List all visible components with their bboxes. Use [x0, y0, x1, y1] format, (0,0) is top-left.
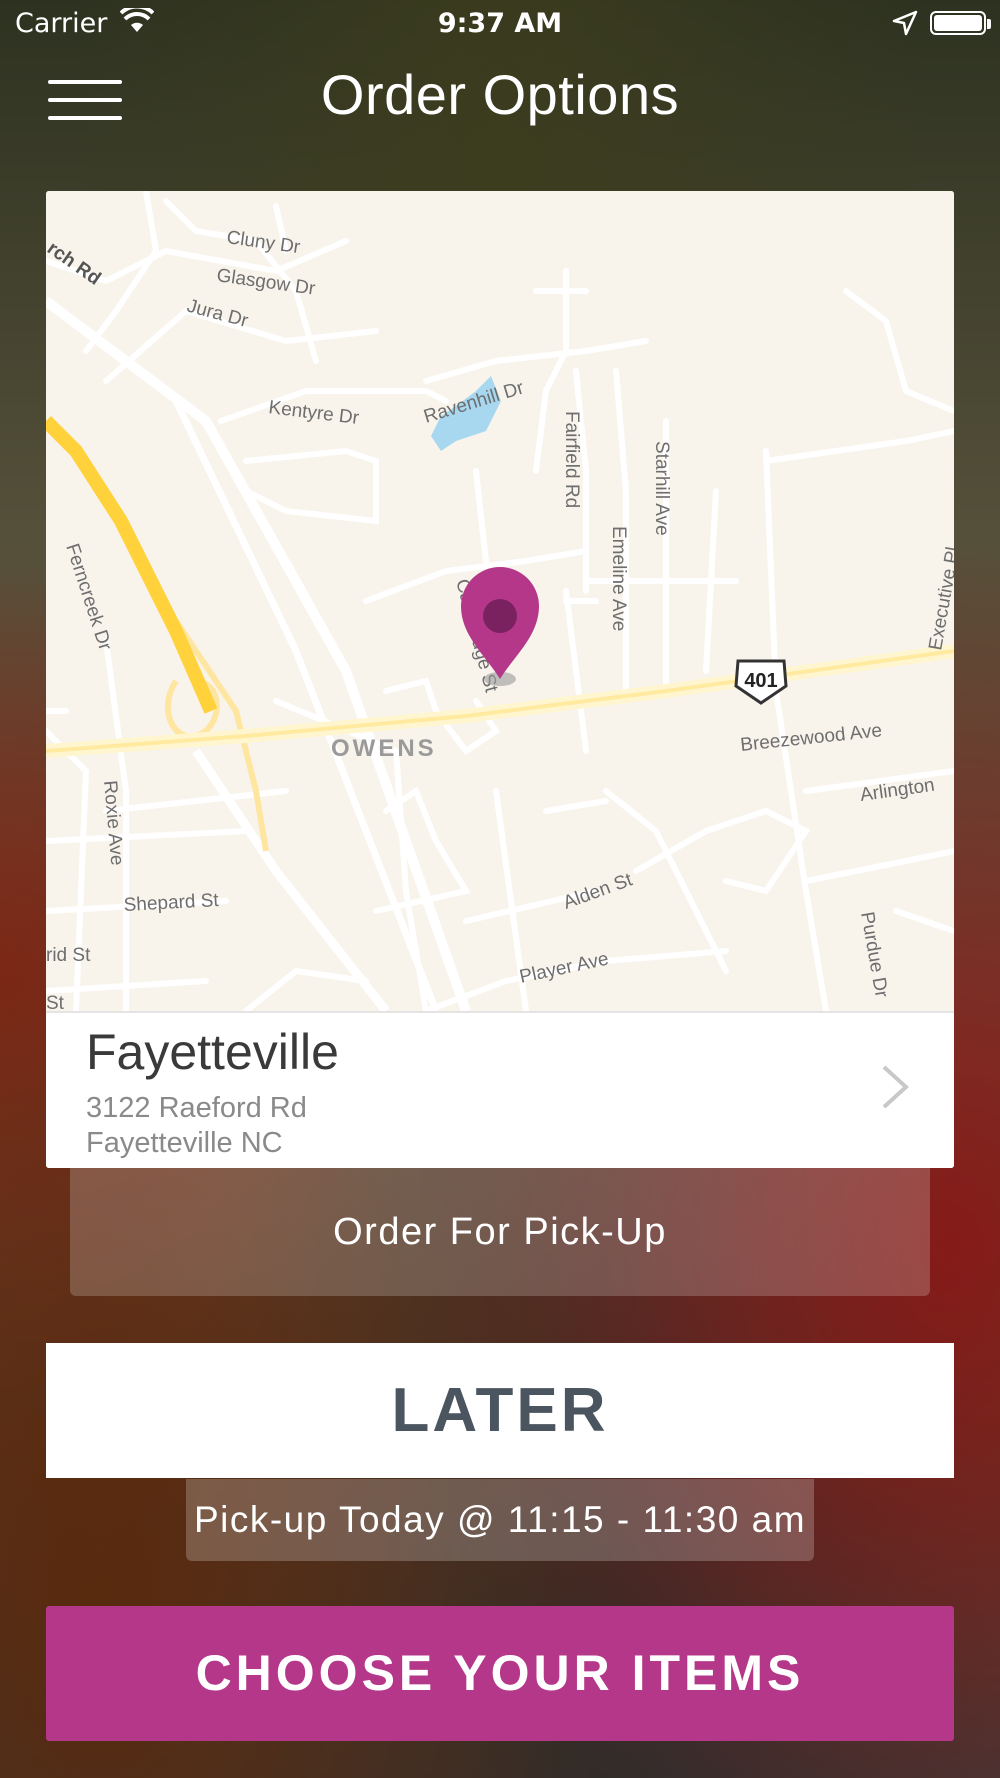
order-type-button[interactable]: Order For Pick-Up: [70, 1168, 930, 1296]
chevron-right-icon: [882, 1065, 909, 1109]
map-label: Emeline Ave: [608, 526, 629, 631]
map-label: rid St: [46, 945, 91, 966]
location-arrow-icon: [892, 10, 918, 36]
map-label: Starhill Ave: [651, 441, 672, 536]
location-name: Fayetteville: [86, 1024, 339, 1080]
pickup-time-label[interactable]: Pick-up Today @ 11:15 - 11:30 am: [186, 1479, 814, 1561]
choose-items-button[interactable]: CHOOSE YOUR ITEMS: [46, 1606, 954, 1741]
map-view[interactable]: 401 Cluny Dr Glasgow Dr Jura Dr rch Rd K…: [46, 191, 954, 1011]
map-label: St: [46, 993, 65, 1011]
nav-bar: Order Options: [0, 50, 1000, 145]
status-time: 9:37 AM: [437, 8, 563, 39]
map-route-shield: 401: [744, 670, 777, 692]
location-row[interactable]: Fayetteville 3122 Raeford Rd Fayettevill…: [46, 1011, 954, 1168]
battery-icon: [930, 11, 991, 35]
map-neighborhood-label: OWENS: [331, 735, 437, 762]
address-line-2: Fayetteville NC: [86, 1127, 283, 1159]
page-title: Order Options: [320, 63, 680, 126]
map-label: Fairfield Rd: [561, 411, 582, 508]
location-address: 3122 Raeford Rd Fayetteville NC: [86, 1091, 307, 1161]
status-bar: Carrier 9:37 AM: [0, 0, 1000, 50]
location-card: 401 Cluny Dr Glasgow Dr Jura Dr rch Rd K…: [46, 191, 954, 1168]
address-line-1: 3122 Raeford Rd: [86, 1092, 307, 1124]
later-button[interactable]: LATER: [46, 1343, 954, 1478]
